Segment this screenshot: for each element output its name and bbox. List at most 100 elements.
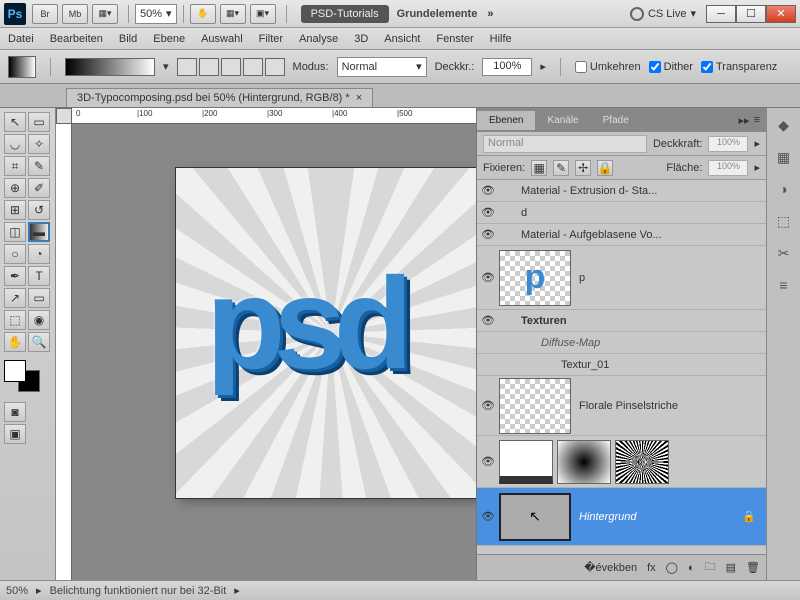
layer-mask-thumbnail[interactable] — [557, 440, 611, 484]
visibility-icon[interactable]: 👁 — [481, 314, 495, 328]
pen-tool[interactable]: ✒ — [4, 266, 26, 286]
opacity-input[interactable]: 100% — [482, 58, 532, 76]
layer-item[interactable]: 👁d — [477, 202, 766, 224]
zoom-tool[interactable]: 🔍 — [28, 332, 50, 352]
type-tool[interactable]: T — [28, 266, 50, 286]
heal-tool[interactable]: ⊕ — [4, 178, 26, 198]
panel-menu-icon[interactable]: ≡ — [754, 114, 760, 127]
lock-position-icon[interactable]: ✢ — [575, 160, 591, 176]
visibility-icon[interactable] — [481, 358, 495, 372]
dock-tools-icon[interactable]: ✂ — [773, 242, 795, 264]
move-tool[interactable]: ↖ — [4, 112, 26, 132]
delete-layer-icon[interactable]: 🗑 — [746, 561, 760, 574]
layer-item[interactable]: 👁Texturen — [477, 310, 766, 332]
workspace-chevron-icon[interactable]: » — [487, 8, 493, 20]
visibility-icon[interactable]: 👁 — [481, 271, 495, 285]
dock-swatches-icon[interactable]: ▦ — [773, 146, 795, 168]
workspace-name[interactable]: Grundelemente — [397, 8, 478, 20]
lock-all-icon[interactable]: 🔒 — [597, 160, 613, 176]
history-brush-tool[interactable]: ↺ — [28, 200, 50, 220]
close-button[interactable]: ✕ — [766, 5, 796, 23]
angle-gradient-button[interactable] — [221, 58, 241, 76]
new-layer-icon[interactable]: ▤ — [726, 561, 736, 574]
chevron-down-icon[interactable]: ▾ — [163, 60, 169, 73]
visibility-icon[interactable]: 👁 — [481, 510, 495, 524]
layer-thumbnail[interactable]: p — [499, 250, 571, 306]
layer-blend-mode-select[interactable]: Normal — [483, 135, 647, 153]
layer-item[interactable]: 👁Material - Aufgeblasene Vo... — [477, 224, 766, 246]
layer-item[interactable]: Textur_01 — [477, 354, 766, 376]
3d-camera-tool[interactable]: ◉ — [28, 310, 50, 330]
tab-ebenen[interactable]: Ebenen — [477, 111, 535, 130]
layer-item[interactable]: Diffuse-Map — [477, 332, 766, 354]
3d-tool[interactable]: ⬚ — [4, 310, 26, 330]
marquee-tool[interactable]: ▭ — [28, 112, 50, 132]
document-canvas[interactable]: psd — [176, 168, 476, 498]
diamond-gradient-button[interactable] — [265, 58, 285, 76]
path-select-tool[interactable]: ↗ — [4, 288, 26, 308]
crop-tool[interactable]: ⌗ — [4, 156, 26, 176]
panel-collapse-icon[interactable]: ▸▸ — [739, 114, 750, 127]
dodge-tool[interactable]: ◔ — [28, 244, 50, 264]
shape-tool[interactable]: ▭ — [28, 288, 50, 308]
blend-mode-select[interactable]: Normal▾ — [337, 57, 427, 77]
minimize-button[interactable]: ─ — [706, 5, 736, 23]
layer-thumbnail[interactable] — [499, 440, 553, 484]
menu-ebene[interactable]: Ebene — [153, 33, 185, 45]
blur-tool[interactable]: ○ — [4, 244, 26, 264]
menu-3d[interactable]: 3D — [354, 33, 368, 45]
tool-preset-button[interactable] — [8, 56, 36, 78]
dock-color-icon[interactable]: ◆ — [773, 114, 795, 136]
menu-filter[interactable]: Filter — [259, 33, 283, 45]
view-extras-button[interactable]: ▦▾ — [92, 4, 118, 24]
visibility-icon[interactable]: 👁 — [481, 206, 495, 220]
color-swatches[interactable] — [4, 360, 44, 396]
magic-wand-tool[interactable]: ✧ — [28, 134, 50, 154]
dock-masks-icon[interactable]: ⬚ — [773, 210, 795, 232]
ruler-origin[interactable] — [56, 108, 72, 124]
lasso-tool[interactable]: ◡ — [4, 134, 26, 154]
lock-pixels-icon[interactable]: ✎ — [553, 160, 569, 176]
lock-transparency-icon[interactable]: ▦ — [531, 160, 547, 176]
stamp-tool[interactable]: ⊞ — [4, 200, 26, 220]
bridge-button[interactable]: Br — [32, 4, 58, 24]
document-tab[interactable]: 3D-Typocomposing.psd bei 50% (Hintergrun… — [66, 88, 373, 107]
transparency-checkbox[interactable]: Transparenz — [701, 61, 777, 73]
status-flyout-icon[interactable]: ▸ — [36, 584, 42, 597]
fill-input[interactable]: 100% — [708, 160, 748, 176]
status-flyout-icon[interactable]: ▸ — [234, 584, 240, 597]
menu-datei[interactable]: Datei — [8, 33, 34, 45]
layer-item[interactable]: 👁 — [477, 436, 766, 488]
foreground-color[interactable] — [4, 360, 26, 382]
visibility-icon[interactable]: 👁 — [481, 228, 495, 242]
layer-item[interactable]: 👁Florale Pinselstriche — [477, 376, 766, 436]
vertical-ruler[interactable] — [56, 124, 72, 580]
canvas-area[interactable]: 0 |100|200|300|400|500 psd — [56, 108, 476, 580]
menu-hilfe[interactable]: Hilfe — [490, 33, 512, 45]
horizontal-ruler[interactable]: 0 |100|200|300|400|500 — [72, 108, 476, 124]
reverse-checkbox[interactable]: Umkehren — [575, 61, 641, 73]
gradient-preview[interactable] — [65, 58, 155, 76]
hand-tool-button[interactable]: ✋ — [190, 4, 216, 24]
menu-bild[interactable]: Bild — [119, 33, 137, 45]
dock-adjust-icon[interactable]: ◑ — [773, 178, 795, 200]
dither-checkbox[interactable]: Dither — [649, 61, 693, 73]
layer-thumbnail[interactable]: ↖ — [499, 493, 571, 541]
screenmode-button[interactable]: ▣ — [4, 424, 26, 444]
status-zoom[interactable]: 50% — [6, 585, 28, 597]
eyedropper-tool[interactable]: ✎ — [28, 156, 50, 176]
workspace-badge[interactable]: PSD-Tutorials — [301, 5, 389, 23]
link-layers-icon[interactable]: �években — [584, 561, 637, 574]
layer-item[interactable]: 👁Material - Extrusion d- Sta... — [477, 180, 766, 202]
arrange-docs-button[interactable]: ▦▾ — [220, 4, 246, 24]
brush-tool[interactable]: ✐ — [28, 178, 50, 198]
visibility-icon[interactable]: 👁 — [481, 399, 495, 413]
maximize-button[interactable]: ☐ — [736, 5, 766, 23]
opacity-flyout-icon[interactable]: ▸ — [540, 60, 546, 73]
quickmask-button[interactable]: ◙ — [4, 402, 26, 422]
visibility-icon[interactable]: 👁 — [481, 455, 495, 469]
menu-ansicht[interactable]: Ansicht — [384, 33, 420, 45]
layer-thumbnail[interactable] — [615, 440, 669, 484]
hand-tool[interactable]: ✋ — [4, 332, 26, 352]
menu-fenster[interactable]: Fenster — [436, 33, 473, 45]
